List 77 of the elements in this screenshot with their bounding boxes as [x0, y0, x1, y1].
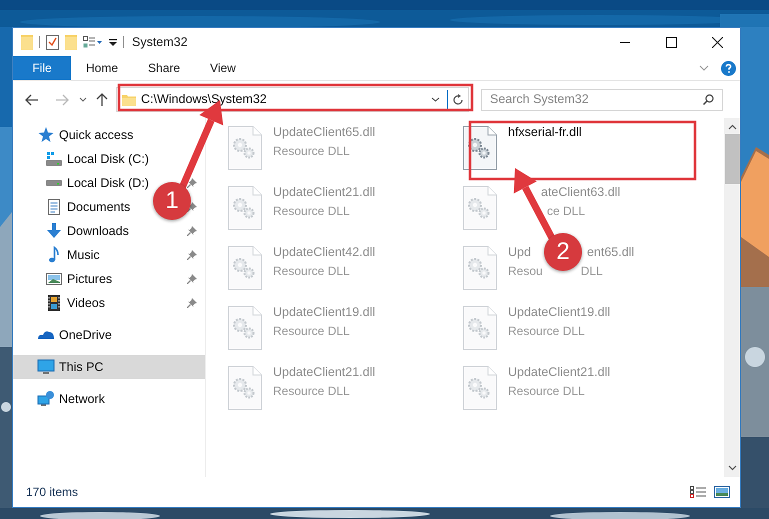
file-type: Resource DLL	[273, 322, 350, 340]
file-name: hfxserial-fr.dll	[508, 124, 582, 141]
download-arrow-icon	[45, 222, 63, 240]
file-type: ce DLL	[547, 202, 586, 220]
scroll-up-icon[interactable]	[728, 124, 736, 130]
nav-item[interactable]: OneDrive	[13, 323, 114, 347]
file-type: Resource DLL	[508, 322, 585, 340]
ribbon-tab[interactable]: Home	[71, 56, 134, 80]
refresh-icon[interactable]	[452, 94, 464, 106]
search-icon	[703, 94, 714, 105]
chevron-icon[interactable]	[699, 65, 709, 71]
network-icon	[37, 390, 55, 408]
nav-item[interactable]: Documents	[45, 195, 132, 219]
file-name: UpdateClient19.dll	[508, 304, 610, 321]
document-icon	[45, 198, 63, 216]
forward-arrow-icon[interactable]	[55, 94, 69, 106]
file-type: Resource DLL	[273, 382, 350, 400]
nav-item[interactable]: Videos	[45, 291, 107, 315]
nav-item[interactable]: Network	[13, 387, 107, 411]
file-name: ent65.dll	[586, 244, 634, 261]
details-view-icon[interactable]	[690, 486, 706, 498]
dropdown-caret-icon[interactable]	[79, 97, 87, 102]
monitor-icon	[37, 358, 55, 376]
file-name: UpdateClient65.dll	[273, 124, 376, 141]
view-options-icon[interactable]	[83, 36, 103, 48]
pin-icon[interactable]	[187, 226, 197, 236]
dropdown-caret-icon[interactable]	[431, 97, 440, 102]
back-arrow-icon[interactable]	[25, 94, 39, 106]
file-type: Resource DLL	[273, 262, 350, 280]
nav-item[interactable]: Pictures	[45, 267, 114, 291]
star-icon	[37, 126, 55, 144]
pin-icon[interactable]	[187, 298, 197, 308]
scrollbar[interactable]	[724, 118, 740, 477]
search-field[interactable]: Search System32	[481, 88, 723, 110]
folder-icon	[122, 94, 136, 106]
file-name: ateClient63.dll	[541, 184, 620, 201]
pin-icon[interactable]	[187, 178, 197, 188]
scroll-down-icon[interactable]	[728, 465, 736, 471]
checklist-icon[interactable]	[46, 34, 59, 50]
close-icon	[712, 36, 722, 48]
nav-item[interactable]: Quick access	[13, 123, 136, 147]
drive-icon	[45, 180, 63, 186]
nav-item[interactable]: Music	[45, 243, 102, 267]
file-name: UpdateClient21.dll	[273, 184, 376, 201]
file-type: DLL	[580, 262, 603, 280]
up-arrow-icon[interactable]	[96, 92, 108, 106]
file-name: Upd	[508, 244, 531, 261]
picture-icon	[45, 270, 63, 288]
file-name: UpdateClient19.dll	[273, 304, 376, 321]
nav-item[interactable]: Downloads	[45, 219, 131, 243]
file-type: Resource DLL	[273, 142, 350, 160]
nav-item[interactable]: Local Disk (C:)	[45, 147, 151, 171]
help-icon[interactable]	[721, 60, 736, 76]
maximize-icon	[666, 36, 676, 48]
window-title: System32	[132, 34, 188, 51]
item-count: 170 items	[26, 484, 78, 501]
file-type: Resource DLL	[273, 202, 350, 220]
pin-icon[interactable]	[187, 274, 197, 284]
nav-item[interactable]: Local Disk (D:)	[45, 171, 151, 195]
search-placeholder: Search System32	[490, 91, 589, 108]
file-type: Resource DLL	[508, 382, 585, 400]
file-menu-button[interactable]: File	[13, 56, 71, 80]
file-name: UpdateClient21.dll	[273, 364, 376, 381]
address-path: C:\Windows\System32	[141, 91, 267, 108]
large-icons-view-icon[interactable]	[714, 486, 730, 498]
drive-icon	[45, 151, 63, 167]
ribbon-tab[interactable]: Share	[133, 56, 196, 80]
pin-icon[interactable]	[187, 250, 197, 260]
file-name: UpdateClient21.dll	[508, 364, 610, 381]
file-name: UpdateClient42.dll	[273, 244, 376, 261]
scrollbar-thumb[interactable]	[724, 134, 740, 184]
ribbon-tab[interactable]: View	[195, 56, 251, 80]
file-type: Resou	[508, 262, 543, 280]
nav-item[interactable]: This PC	[13, 355, 205, 379]
film-strip-icon	[45, 294, 63, 312]
customize-toolbar-icon[interactable]	[109, 38, 117, 46]
dll-file-icon[interactable]	[463, 126, 497, 170]
